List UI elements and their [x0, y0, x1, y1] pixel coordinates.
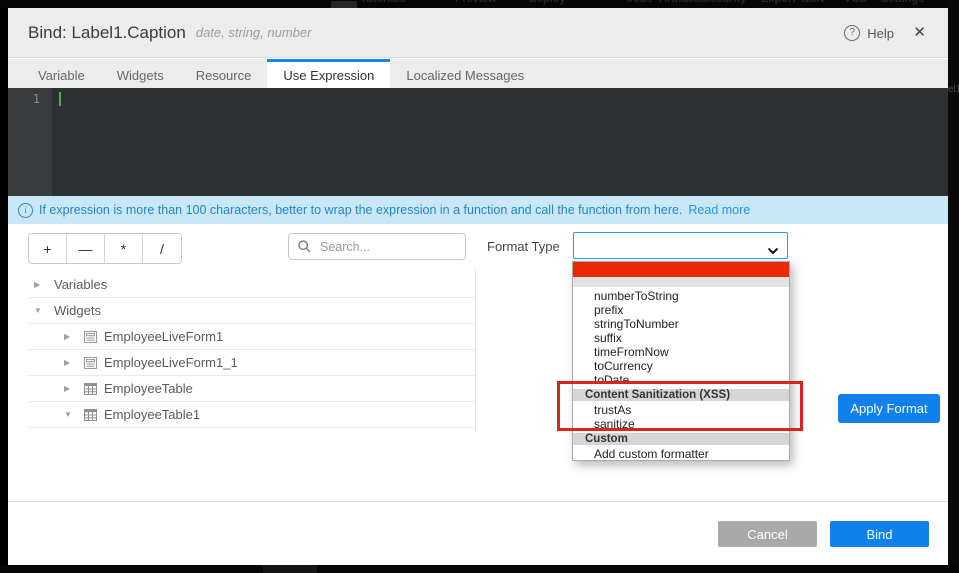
background-menu-preview: Preview — [455, 0, 497, 5]
expand-arrow-icon[interactable]: ▶ — [64, 384, 75, 393]
dropdown-group-content-sanitization-xss: Content Sanitization (XSS) — [573, 389, 789, 401]
tab-bar: VariableWidgetsResourceUse ExpressionLoc… — [8, 59, 948, 88]
background-bottom-edge — [0, 565, 959, 573]
background-menubar: Tutorials Preview Deploy Jobs ArtifactsSecur… — [0, 0, 959, 8]
tree-item-variables[interactable]: ▶ Variables — [28, 272, 475, 298]
dropdown-option-timefromnow[interactable]: timeFromNow — [573, 345, 789, 359]
cancel-button[interactable]: Cancel — [718, 521, 817, 547]
help-button[interactable]: ? Help — [844, 8, 894, 58]
dropdown-option-suffix[interactable]: suffix — [573, 331, 789, 345]
operator-button-0[interactable]: + — [29, 234, 67, 263]
tab-localized-messages[interactable]: Localized Messages — [390, 59, 540, 88]
background-menu-jobs: Jobs — [627, 0, 653, 5]
background-menu-tutorials: Tutorials — [360, 0, 406, 5]
form-icon — [84, 331, 97, 343]
table-icon — [84, 383, 97, 395]
background-canvas-fragment: el1 — [948, 84, 959, 95]
tree-item-label: EmployeeTable — [104, 381, 193, 396]
operator-button-2[interactable]: * — [105, 234, 143, 263]
background-menu-security: Security — [703, 0, 746, 5]
collapse-arrow-icon[interactable]: ▼ — [64, 410, 75, 419]
help-label: Help — [867, 26, 894, 41]
info-banner: i If expression is more than 100 charact… — [8, 196, 948, 224]
line-number: 1 — [33, 92, 40, 106]
tree-item-widgets[interactable]: ▼ Widgets — [28, 298, 475, 324]
bind-button[interactable]: Bind — [830, 521, 929, 547]
search-icon — [298, 240, 311, 253]
background-menu-i18n: I18N — [801, 0, 824, 5]
format-type-dropdown: numberToStringprefixstringToNumbersuffix… — [572, 261, 790, 461]
close-icon[interactable]: ✕ — [913, 25, 926, 40]
background-bottom-patch — [263, 565, 317, 573]
editor-gutter: 1 — [8, 88, 52, 196]
table-icon — [84, 409, 97, 421]
dropdown-option-add-custom-formatter[interactable]: Add custom formatter — [573, 447, 789, 461]
read-more-link[interactable]: Read more — [688, 203, 750, 217]
dropdown-option-tocurrency[interactable]: toCurrency — [573, 359, 789, 373]
dropdown-option-stringtonumber[interactable]: stringToNumber — [573, 317, 789, 331]
dropdown-option-trustas[interactable]: trustAs — [573, 403, 789, 417]
tree-item-label: EmployeeTable1 — [104, 407, 200, 422]
search-box — [288, 233, 466, 260]
tab-resource[interactable]: Resource — [180, 59, 268, 88]
operator-toolbar: +—*/ — [28, 233, 182, 264]
info-icon: i — [18, 203, 33, 218]
tree-item-employeetable[interactable]: ▶ EmployeeTable — [28, 376, 475, 402]
operator-button-1[interactable]: — — [67, 234, 105, 263]
background-menu-vcs: VCS — [844, 0, 867, 5]
bind-dialog: Bind: Label1.Caption date, string, numbe… — [8, 8, 948, 565]
tree-item-employeeliveform1-1[interactable]: ▶ EmployeeLiveForm1_1 — [28, 350, 475, 376]
help-icon: ? — [844, 25, 860, 41]
background-menu-artifacts: Artifacts — [659, 0, 704, 5]
tree-item-employeeliveform1[interactable]: ▶ EmployeeLiveForm1 — [28, 324, 475, 350]
banner-text: If expression is more than 100 character… — [39, 203, 682, 217]
operator-button-3[interactable]: / — [143, 234, 181, 263]
dialog-subtitle: date, string, number — [196, 25, 312, 40]
expression-editor[interactable]: 1 — [8, 88, 948, 196]
form-icon — [84, 357, 97, 369]
tab-widgets[interactable]: Widgets — [101, 59, 180, 88]
search-input[interactable] — [318, 239, 460, 255]
expand-arrow-icon[interactable]: ▶ — [64, 358, 75, 367]
background-menu-export: Export — [761, 0, 796, 5]
tree-item-label: Variables — [54, 277, 107, 292]
dialog-title: Bind: Label1.Caption — [28, 23, 186, 43]
footer-divider — [8, 501, 948, 502]
tab-variable[interactable]: Variable — [22, 59, 101, 88]
dropdown-option-todate[interactable]: toDate — [573, 373, 789, 387]
background-menu-icon — [331, 1, 357, 8]
format-type-label: Format Type — [487, 239, 560, 254]
tree-item-label: EmployeeLiveForm1_1 — [104, 355, 238, 370]
expand-arrow-icon[interactable]: ▶ — [64, 332, 75, 341]
panel-divider — [475, 268, 476, 432]
text-cursor — [59, 92, 61, 106]
tree-item-label: EmployeeLiveForm1 — [104, 329, 223, 344]
variables-tree: ▶ Variables ▼ Widgets ▶ EmployeeLiveForm1 ▶ Emp… — [28, 272, 475, 428]
collapse-arrow-icon[interactable]: ▼ — [34, 306, 45, 315]
apply-format-button[interactable]: Apply Format — [838, 394, 940, 423]
dropdown-group-custom: Custom — [573, 433, 789, 445]
background-menu-settings: Settings — [881, 0, 924, 5]
chevron-down-icon — [767, 242, 779, 260]
dropdown-group-item — [573, 277, 789, 287]
dropdown-option-numbertostring[interactable]: numberToString — [573, 289, 789, 303]
format-type-select[interactable] — [573, 232, 788, 259]
screen: Tutorials Preview Deploy Jobs ArtifactsSecur… — [0, 0, 959, 573]
dropdown-option-item[interactable] — [573, 262, 789, 277]
tab-use-expression[interactable]: Use Expression — [267, 59, 390, 88]
dialog-header: Bind: Label1.Caption date, string, numbe… — [8, 8, 948, 58]
dropdown-option-prefix[interactable]: prefix — [573, 303, 789, 317]
background-menu-deploy: Deploy — [529, 0, 566, 5]
tree-item-employeetable1[interactable]: ▼ EmployeeTable1 — [28, 402, 475, 428]
tree-item-label: Widgets — [54, 303, 101, 318]
expand-arrow-icon[interactable]: ▶ — [34, 280, 45, 289]
background-right-edge: el1 — [948, 0, 959, 573]
dropdown-option-sanitize[interactable]: sanitize — [573, 417, 789, 431]
